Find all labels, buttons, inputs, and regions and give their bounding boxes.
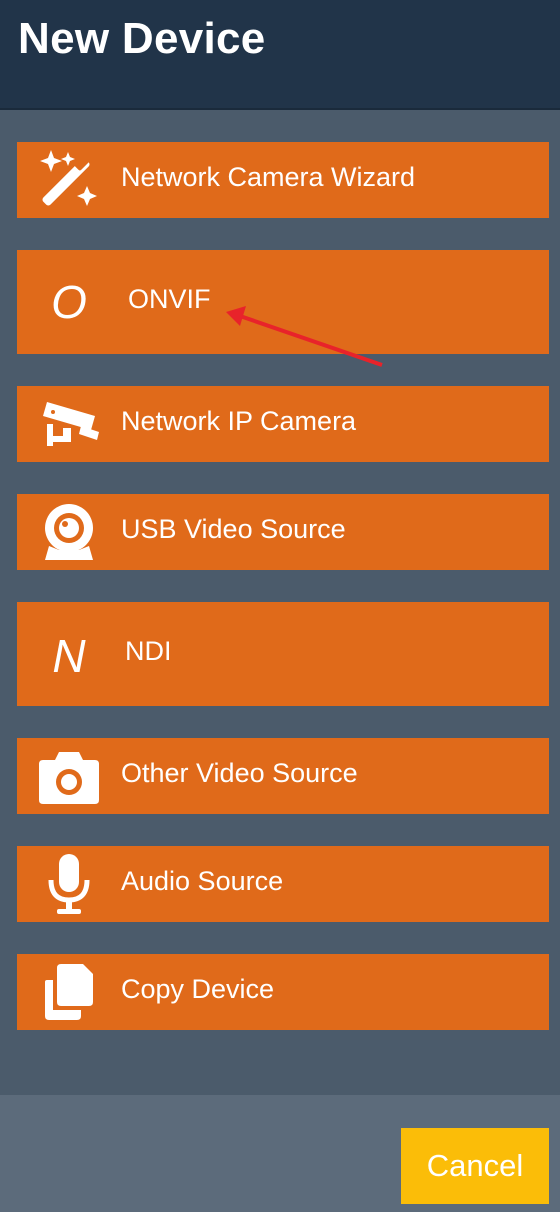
camera-icon [37, 744, 101, 808]
dialog-header: New Device [0, 0, 560, 110]
security-camera-icon [37, 392, 101, 456]
menu-item-network-ip-camera[interactable]: Network IP Camera [17, 386, 549, 462]
menu-item-label: Other Video Source [121, 758, 358, 788]
letter-o-icon: O [51, 276, 87, 328]
menu-item-label: Audio Source [121, 866, 284, 896]
webcam-icon [37, 500, 101, 564]
menu-item-ndi[interactable]: N NDI [17, 602, 549, 706]
microphone-icon [37, 852, 101, 916]
menu-item-label: NDI [125, 636, 172, 666]
menu-item-audio-source[interactable]: Audio Source [17, 846, 549, 922]
menu-item-network-camera-wizard[interactable]: Network Camera Wizard [17, 142, 549, 218]
menu-item-label: Copy Device [121, 974, 275, 1004]
copy-icon [37, 960, 101, 1024]
magic-wand-icon [37, 148, 101, 212]
menu-item-label: Network IP Camera [121, 406, 357, 436]
dialog-title: New Device [18, 14, 266, 63]
menu-item-onvif[interactable]: O ONVIF [17, 250, 549, 354]
menu-item-label: USB Video Source [121, 514, 346, 544]
letter-n-icon: N [52, 630, 86, 682]
cancel-button[interactable]: Cancel [401, 1128, 549, 1204]
menu-item-usb-video-source[interactable]: USB Video Source [17, 494, 549, 570]
menu-item-label: Network Camera Wizard [121, 162, 416, 192]
menu-item-other-video-source[interactable]: Other Video Source [17, 738, 549, 814]
menu-item-copy-device[interactable]: Copy Device [17, 954, 549, 1030]
menu-item-label: ONVIF [128, 284, 211, 314]
